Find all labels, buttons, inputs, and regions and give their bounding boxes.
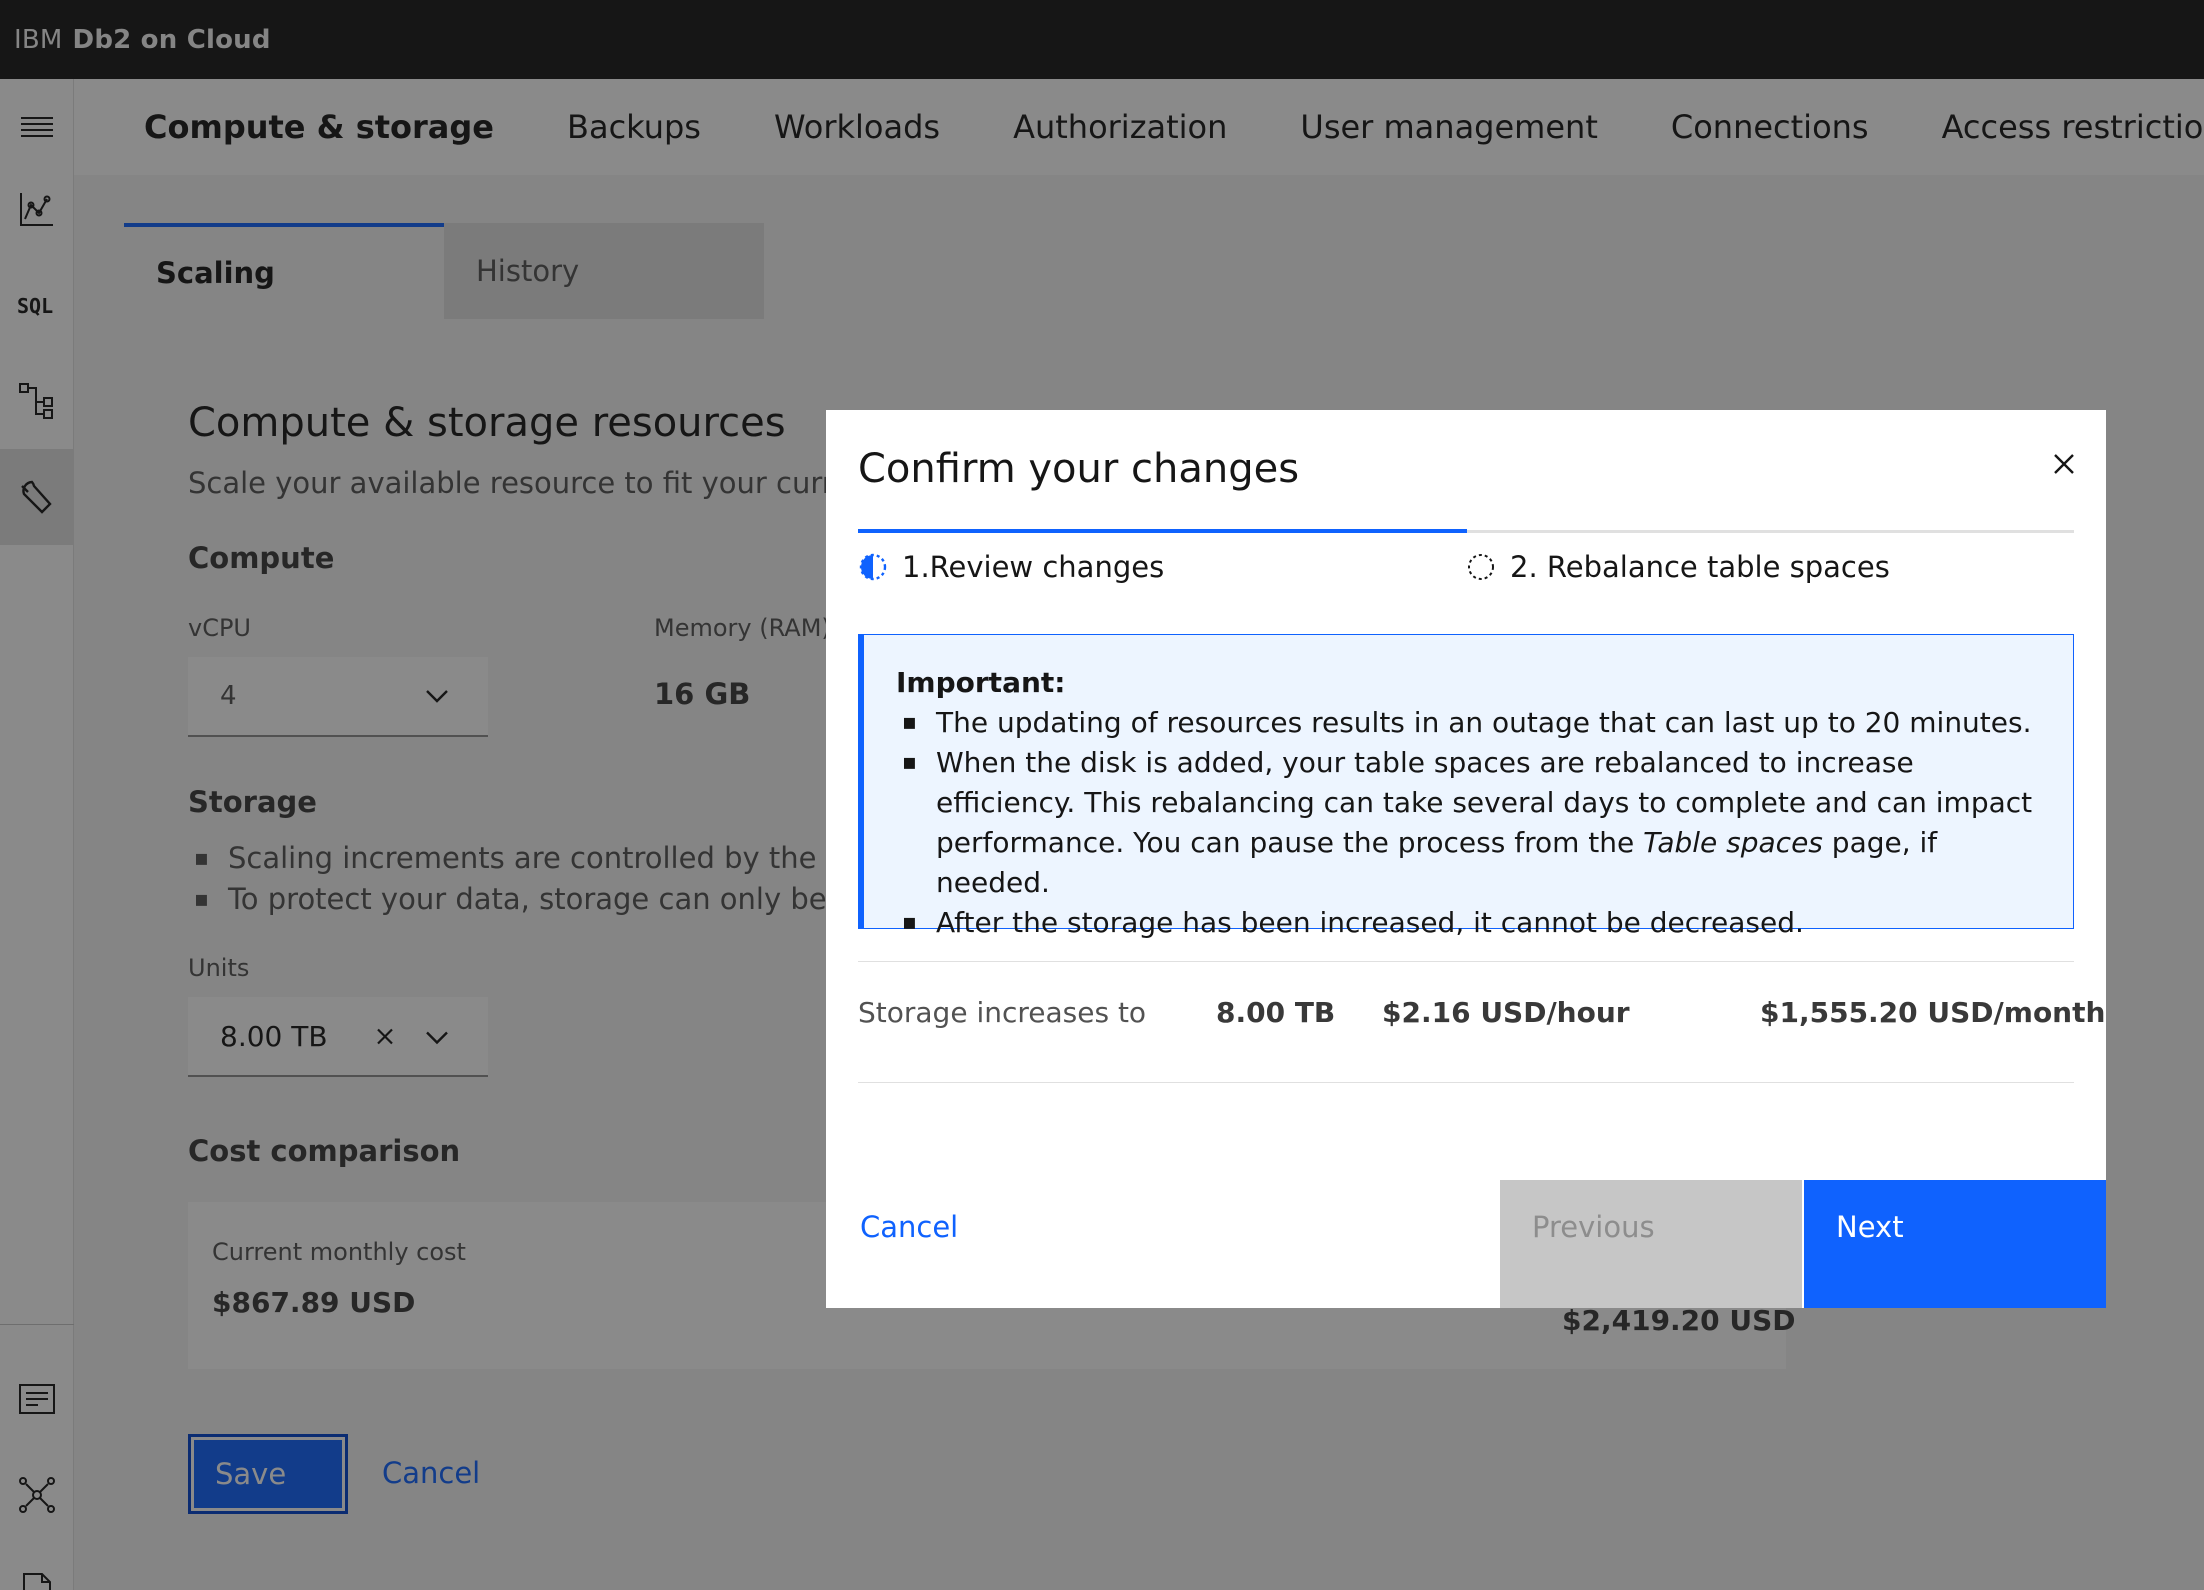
notice-bullet: When the disk is added, your table space…	[896, 743, 2043, 903]
storage-hourly-cost: $2.16 USD/hour	[1382, 996, 1630, 1029]
row-divider-top	[858, 961, 2074, 962]
step-label: 2. Rebalance table spaces	[1510, 550, 1890, 584]
close-icon[interactable]	[2042, 442, 2086, 486]
modal-title: Confirm your changes	[858, 446, 1300, 492]
important-notice: Important: The updating of resources res…	[858, 634, 2074, 943]
notice-bullet: After the storage has been increased, it…	[896, 903, 2043, 943]
notice-bullet: The updating of resources results in an …	[896, 703, 2043, 743]
step-rebalance[interactable]: 2. Rebalance table spaces	[1466, 550, 1890, 584]
confirm-modal: Confirm your changes 1.Review changes 2.…	[826, 410, 2106, 1308]
storage-monthly-cost: $1,555.20 USD/month	[1760, 996, 2106, 1029]
step-current-icon	[859, 553, 887, 581]
next-button[interactable]: Next	[1804, 1180, 2106, 1308]
notice-title: Important:	[896, 666, 1066, 699]
storage-increase-label: Storage increases to	[858, 996, 1147, 1029]
progress-fill	[858, 529, 1467, 533]
modal-cancel-button[interactable]: Cancel	[860, 1210, 958, 1244]
step-label: 1.Review changes	[902, 550, 1165, 584]
step-review-changes[interactable]: 1.Review changes	[858, 550, 1164, 584]
row-divider-bottom	[858, 1082, 2074, 1083]
notice-italic: Table spaces	[1643, 826, 1823, 859]
storage-size: 8.00 TB	[1216, 996, 1336, 1029]
step-incomplete-icon	[1468, 554, 1494, 580]
previous-button[interactable]: Previous	[1500, 1180, 1802, 1308]
